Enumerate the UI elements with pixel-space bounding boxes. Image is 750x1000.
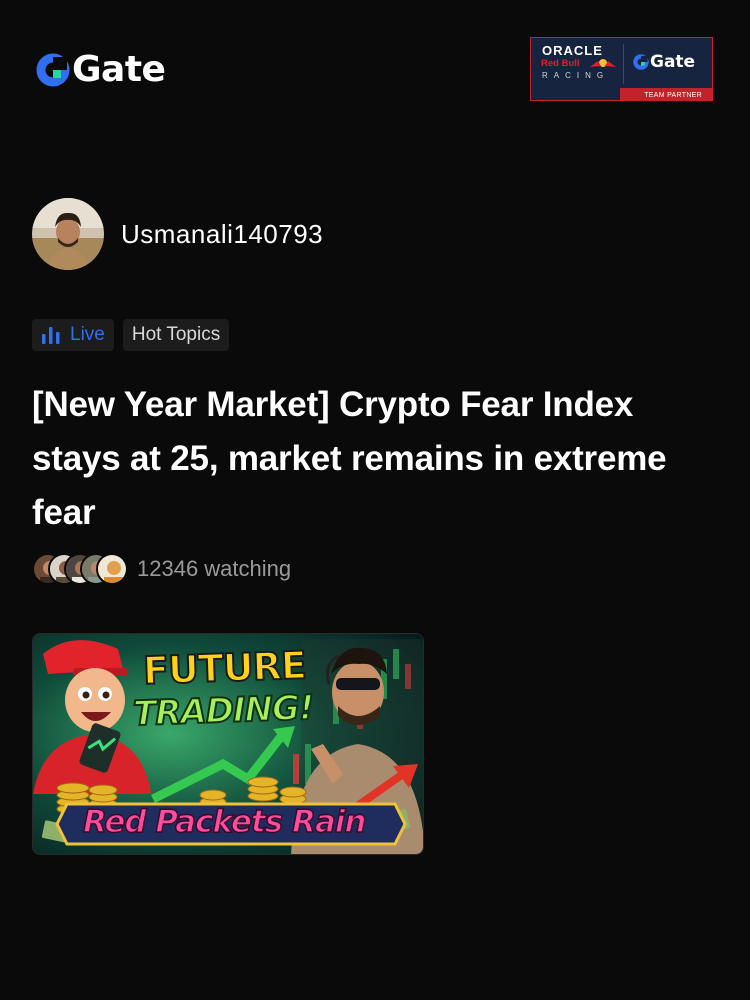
watcher-avatars bbox=[32, 553, 128, 585]
partner-gate-logo: Gate bbox=[633, 52, 695, 72]
watchers-row: 12346 watching bbox=[32, 553, 291, 585]
partner-badge[interactable]: ORACLE Red Bull RACING Gate TEAM PARTNER bbox=[530, 37, 713, 101]
partner-gate-text: Gate bbox=[650, 52, 696, 72]
watcher-avatar bbox=[96, 553, 128, 585]
author-name[interactable]: Usmanali140793 bbox=[121, 219, 323, 250]
app-header: Gate ORACLE Red Bull RACING Gate TEAM PA… bbox=[0, 0, 750, 140]
hot-topics-label: Hot Topics bbox=[131, 324, 221, 345]
redbull-bulls-icon bbox=[590, 59, 616, 67]
live-thumbnail[interactable]: FUTURE TRADING! Red Packets Rain bbox=[32, 633, 424, 855]
live-bars-icon bbox=[42, 327, 60, 344]
partner-team-text: TEAM PARTNER bbox=[644, 92, 702, 99]
gate-logo[interactable]: Gate bbox=[36, 49, 166, 90]
partner-racing-text: RACING bbox=[542, 71, 610, 80]
avatar-photo bbox=[32, 198, 104, 270]
avatar[interactable] bbox=[32, 198, 104, 270]
hot-topics-tag[interactable]: Hot Topics bbox=[122, 319, 230, 351]
tag-row: Live Hot Topics bbox=[32, 319, 238, 351]
thumb-banner-text: Red Packets Rain bbox=[82, 803, 367, 841]
partner-redbull-text: Red Bull bbox=[541, 58, 580, 69]
partner-divider bbox=[623, 44, 624, 84]
logo-text: Gate bbox=[72, 49, 166, 90]
partner-oracle-text: ORACLE bbox=[542, 43, 603, 58]
live-tag-label: Live bbox=[70, 324, 105, 345]
post-title: [New Year Market] Crypto Fear Index stay… bbox=[32, 385, 667, 532]
thumb-headline-trading: TRADING! bbox=[131, 687, 315, 735]
gate-small-icon bbox=[633, 54, 649, 70]
thumb-headline-future: FUTURE bbox=[141, 642, 307, 694]
watching-count: 12346 watching bbox=[137, 556, 292, 581]
author-row[interactable]: Usmanali140793 bbox=[32, 198, 323, 270]
live-tag[interactable]: Live bbox=[32, 319, 114, 351]
gate-logo-icon bbox=[36, 53, 70, 87]
